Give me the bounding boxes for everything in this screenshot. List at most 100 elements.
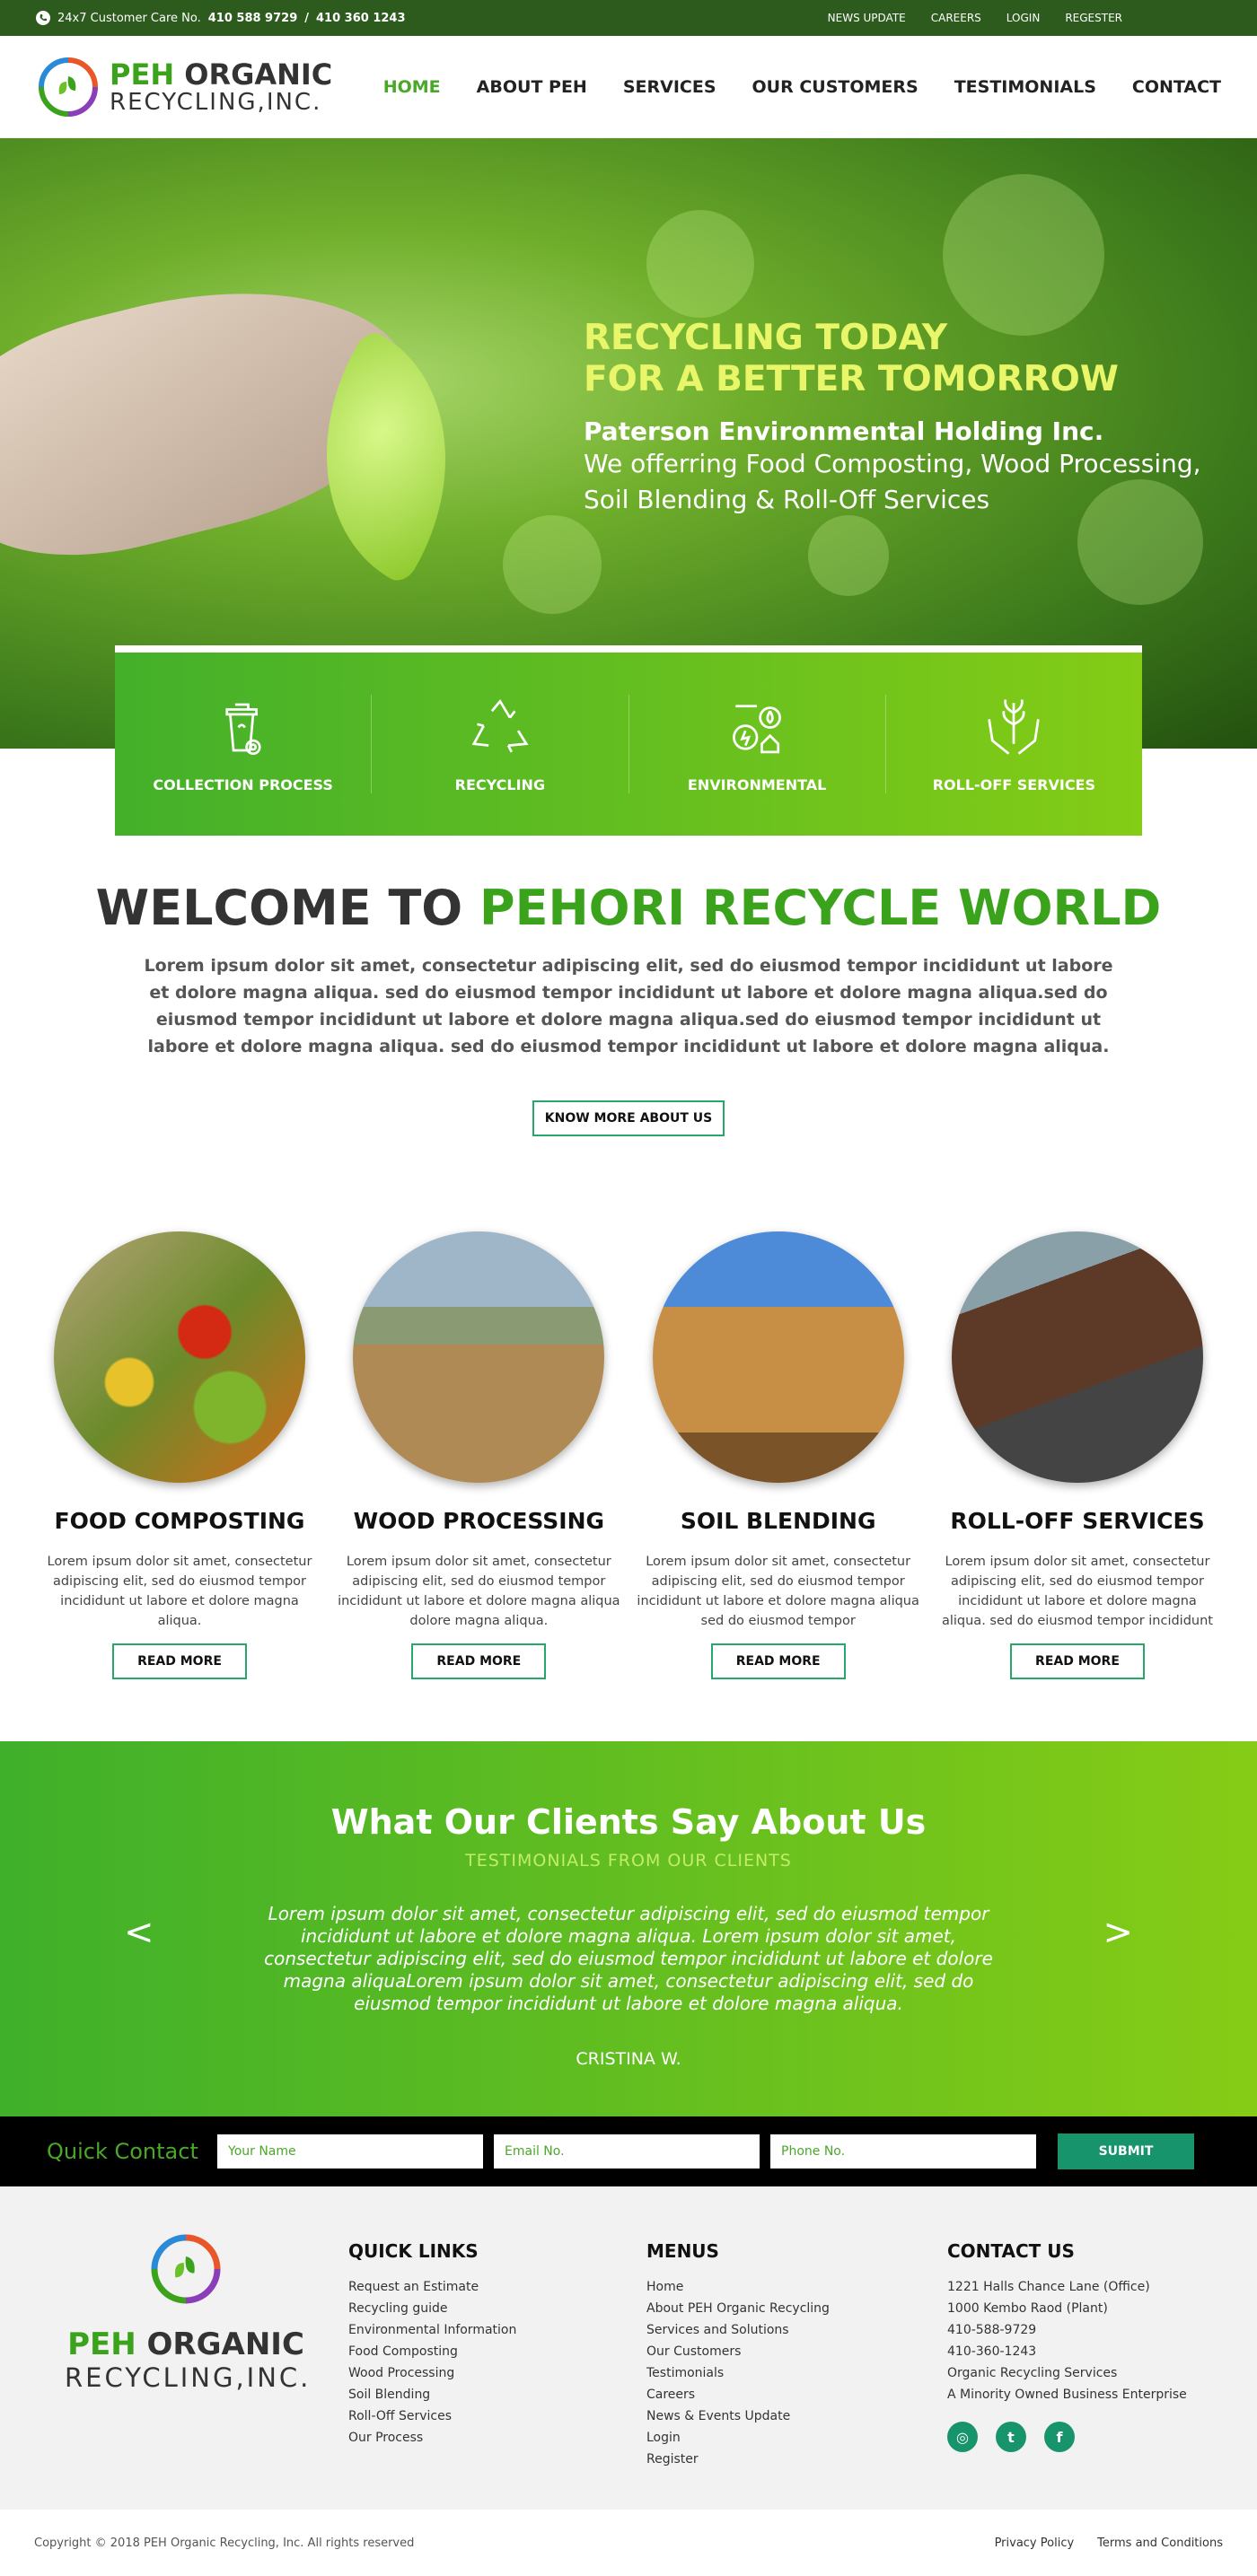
service-cards: FOOD COMPOSTING Lorem ipsum dolor sit am… <box>38 1231 1219 1679</box>
contact-office: 1221 Halls Chance Lane (Office) <box>947 2280 1150 2294</box>
quick-link[interactable]: Food Composting <box>348 2341 516 2362</box>
testimonial-quote: Lorem ipsum dolor sit amet, consectetur … <box>264 1903 993 2014</box>
contact-phone-2[interactable]: 410-360-1243 <box>947 2341 1187 2362</box>
menu-link[interactable]: Services and Solutions <box>646 2319 830 2341</box>
email-input[interactable] <box>494 2134 760 2169</box>
name-input[interactable] <box>217 2134 483 2169</box>
top-link-news-update[interactable]: NEWS UPDATE <box>828 12 906 24</box>
quick-link[interactable]: Roll-Off Services <box>348 2405 516 2427</box>
testimonial-author: CRISTINA W. <box>576 2049 681 2069</box>
welcome-title-b: PEHORI RECYCLE WORLD <box>479 880 1162 936</box>
care-phone-2[interactable]: 410 360 1243 <box>316 12 406 25</box>
site-footer: PEH ORGANIC RECYCLING,INC. QUICK LINKS R… <box>0 2186 1257 2510</box>
quick-link[interactable]: Request an Estimate <box>348 2276 516 2298</box>
testimonials-title: What Our Clients Say About Us <box>330 1802 927 1842</box>
menus-column: MENUS Home About PEH Organic Recycling S… <box>646 2240 830 2470</box>
read-more-button[interactable]: READ MORE <box>1010 1643 1145 1679</box>
next-arrow-icon[interactable]: > <box>1103 1912 1133 1953</box>
welcome-body: Lorem ipsum dolor sit amet, consectetur … <box>144 956 1113 1056</box>
twitter-icon[interactable]: t <box>996 2422 1026 2452</box>
service-card: ROLL-OFF SERVICES Lorem ipsum dolor sit … <box>936 1231 1219 1679</box>
strip-label: COLLECTION PROCESS <box>153 776 333 793</box>
menu-link[interactable]: Login <box>646 2427 830 2449</box>
top-bar: 24x7 Customer Care No. 410 588 9729 / 41… <box>0 0 1257 36</box>
customer-care: 24x7 Customer Care No. 410 588 9729 / 41… <box>36 11 406 25</box>
top-link-register[interactable]: REGESTER <box>1065 12 1122 24</box>
copyright-bar: Copyright © 2018 PEH Organic Recycling, … <box>0 2510 1257 2576</box>
quick-links-column: QUICK LINKS Request an Estimate Recyclin… <box>348 2240 516 2449</box>
welcome-title-a: WELCOME TO <box>95 880 463 936</box>
brand-name-peh: PEH <box>110 57 175 92</box>
menu-link[interactable]: Register <box>646 2449 830 2470</box>
strip-label: ENVIRONMENTAL <box>687 776 827 793</box>
facebook-icon[interactable]: f <box>1044 2422 1075 2452</box>
quick-link[interactable]: Our Process <box>348 2427 516 2449</box>
recycle-leaf-logo-icon <box>39 57 98 117</box>
quick-link[interactable]: Recycling guide <box>348 2298 516 2319</box>
strip-environmental[interactable]: ENVIRONMENTAL <box>629 695 886 793</box>
card-title: SOIL BLENDING <box>680 1508 876 1534</box>
nav-home[interactable]: HOME <box>383 77 441 97</box>
strip-recycling[interactable]: RECYCLING <box>372 695 629 793</box>
testimonials-section: < > What Our Clients Say About Us TESTIM… <box>0 1741 1257 2116</box>
trash-bin-icon <box>225 703 261 756</box>
contact-phone-1[interactable]: 410-588-9729 <box>947 2319 1187 2341</box>
quick-link[interactable]: Wood Processing <box>348 2362 516 2384</box>
menu-link[interactable]: Our Customers <box>646 2341 830 2362</box>
footer-logo[interactable]: PEH ORGANIC RECYCLING,INC. <box>65 2231 308 2393</box>
submit-button[interactable]: SUBMIT <box>1058 2134 1194 2169</box>
welcome-section: WELCOME TO PEHORI RECYCLE WORLD Lorem ip… <box>0 880 1257 1136</box>
card-text: Lorem ipsum dolor sit amet, consectetur … <box>338 1555 620 1628</box>
legal-links: Privacy Policy Terms and Conditions <box>995 2537 1223 2550</box>
strip-roll-off-services[interactable]: ROLL-OFF SERVICES <box>886 695 1142 793</box>
service-card: FOOD COMPOSTING Lorem ipsum dolor sit am… <box>38 1231 321 1679</box>
contact-title: CONTACT US <box>947 2240 1075 2262</box>
menu-link[interactable]: Careers <box>646 2384 830 2405</box>
contact-minority: A Minority Owned Business Enterprise <box>947 2388 1187 2402</box>
menu-link[interactable]: About PEH Organic Recycling <box>646 2298 830 2319</box>
nav-our-customers[interactable]: OUR CUSTOMERS <box>752 77 919 97</box>
strip-collection-process[interactable]: COLLECTION PROCESS <box>115 695 373 793</box>
read-more-button[interactable]: READ MORE <box>710 1643 846 1679</box>
strip-label: RECYCLING <box>454 776 546 793</box>
menu-link[interactable]: Testimonials <box>646 2362 830 2384</box>
prev-arrow-icon[interactable]: < <box>124 1912 154 1953</box>
read-more-button[interactable]: READ MORE <box>411 1643 547 1679</box>
read-more-button[interactable]: READ MORE <box>112 1643 247 1679</box>
hero-headline-2: FOR A BETTER TOMORROW <box>584 359 1119 399</box>
care-phone-1[interactable]: 410 588 9729 <box>208 12 298 25</box>
menu-link[interactable]: News & Events Update <box>646 2405 830 2427</box>
phone-input[interactable] <box>770 2134 1036 2169</box>
service-card: WOOD PROCESSING Lorem ipsum dolor sit am… <box>337 1231 620 1679</box>
menu-link[interactable]: Home <box>646 2276 830 2298</box>
brand-name-recycling: RECYCLING,INC. <box>110 88 322 116</box>
card-title: WOOD PROCESSING <box>353 1508 605 1534</box>
brand-logo[interactable]: PEH ORGANIC RECYCLING,INC. <box>36 55 332 119</box>
card-title: FOOD COMPOSTING <box>54 1508 305 1534</box>
privacy-policy-link[interactable]: Privacy Policy <box>995 2537 1075 2550</box>
nav-contact[interactable]: CONTACT <box>1132 77 1221 97</box>
main-nav: HOME ABOUT PEH SERVICES OUR CUSTOMERS TE… <box>383 77 1221 97</box>
menus-title: MENUS <box>646 2240 719 2262</box>
nav-services[interactable]: SERVICES <box>623 77 716 97</box>
contact-plant: 1000 Kembo Raod (Plant) <box>947 2301 1108 2316</box>
quick-link[interactable]: Environmental Information <box>348 2319 516 2341</box>
testimonials-subtitle: TESTIMONIALS FROM OUR CLIENTS <box>465 1851 792 1871</box>
top-link-login[interactable]: LOGIN <box>1006 12 1041 24</box>
welcome-title: WELCOME TO PEHORI RECYCLE WORLD <box>0 880 1257 936</box>
quick-link[interactable]: Soil Blending <box>348 2384 516 2405</box>
top-links: NEWS UPDATE CAREERS LOGIN REGESTER <box>828 12 1122 24</box>
top-link-careers[interactable]: CAREERS <box>931 12 981 24</box>
footer-brand-organic: ORGANIC <box>146 2326 304 2362</box>
know-more-button[interactable]: KNOW MORE ABOUT US <box>532 1100 725 1136</box>
instagram-icon[interactable]: ◎ <box>947 2422 978 2452</box>
hero-text: RECYCLING TODAY FOR A BETTER TOMORROW Pa… <box>584 318 1201 518</box>
nav-about[interactable]: ABOUT PEH <box>477 77 587 97</box>
care-separator: / <box>304 11 309 25</box>
hands-plant-icon <box>988 699 1041 755</box>
quick-contact-label: Quick Contact <box>47 2139 198 2164</box>
card-text: Lorem ipsum dolor sit amet, consectetur … <box>637 1555 919 1628</box>
nav-testimonials[interactable]: TESTIMONIALS <box>954 77 1096 97</box>
terms-link[interactable]: Terms and Conditions <box>1097 2537 1223 2550</box>
hero-headline-1: RECYCLING TODAY <box>584 318 948 358</box>
